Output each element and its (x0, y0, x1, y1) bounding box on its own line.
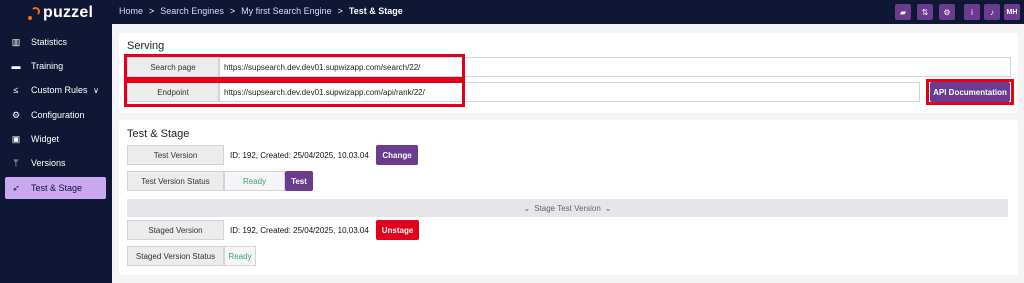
api-documentation-button[interactable]: API Documentation (930, 82, 1010, 102)
test-version-status-label: Test Version Status (127, 171, 224, 191)
branch-icon: ᛘ (13, 158, 19, 168)
double-chevron-down-icon: ⌄ (604, 203, 612, 213)
test-stage-title: Test & Stage (127, 128, 190, 140)
sidebar-item-versions[interactable]: ᛘ Versions (5, 152, 106, 174)
sidebar-item-label: Training (31, 61, 64, 71)
chevron-down-icon[interactable]: ∨ (93, 86, 99, 95)
breadcrumb-separator-icon: > (229, 6, 236, 16)
folder-icon: ▰ (899, 7, 907, 17)
sidebar-item-configuration[interactable]: ⚙ Configuration (5, 104, 106, 126)
test-stage-card: Test & Stage Test Version ID: 192, Creat… (119, 120, 1018, 275)
breadcrumb-search-engine[interactable]: My first Search Engine (241, 6, 332, 16)
sidebar-item-test-stage[interactable]: ➶ Test & Stage (5, 177, 106, 199)
test-button[interactable]: Test (285, 171, 313, 191)
info-button[interactable]: i (964, 4, 980, 20)
sidebar: puzzel ▥ Statistics ▬ Training ≤ Custom … (0, 0, 112, 283)
breadcrumb-home[interactable]: Home (119, 6, 143, 16)
sidebar-item-label: Configuration (31, 110, 85, 120)
sidebar-item-statistics[interactable]: ▥ Statistics (5, 31, 106, 53)
sidebar-item-label: Custom Rules (31, 85, 88, 95)
breadcrumb-separator-icon: > (149, 6, 155, 16)
search-page-label: Search page (127, 57, 219, 77)
brand-logo[interactable]: puzzel (28, 3, 93, 23)
double-chevron-down-icon: ⌄ (523, 203, 531, 213)
book-icon: ▬ (11, 61, 21, 71)
widget-icon: ▣ (11, 133, 21, 144)
sidebar-item-label: Versions (31, 158, 66, 168)
settings-icon: ⚙ (11, 109, 21, 120)
puzzel-logo-icon (28, 6, 40, 20)
sidebar-item-training[interactable]: ▬ Training (5, 55, 106, 77)
sidebar-item-custom-rules[interactable]: ≤ Custom Rules ∨ (5, 79, 106, 101)
breadcrumb-separator-icon: > (337, 6, 343, 16)
staged-version-status-label: Staged Version Status (127, 246, 224, 266)
serving-title: Serving (127, 40, 165, 52)
sort-icon: ⇅ (921, 7, 929, 17)
change-button[interactable]: Change (376, 145, 418, 165)
sidebar-item-label: Statistics (31, 37, 68, 47)
user-initials: MH (1006, 8, 1018, 16)
less-equal-icon: ≤ (13, 85, 19, 95)
staged-version-label: Staged Version (127, 220, 224, 240)
gear-icon: ⚙ (943, 7, 951, 17)
breadcrumb-search-engines[interactable]: Search Engines (160, 6, 224, 16)
bell-icon: ♪ (990, 7, 994, 17)
info-icon: i (971, 7, 973, 17)
sidebar-item-label: Widget (31, 134, 60, 144)
sidebar-item-label: Test & Stage (31, 183, 83, 193)
breadcrumb: Home > Search Engines > My first Search … (119, 6, 403, 16)
user-menu-button[interactable]: MH (1004, 4, 1020, 20)
stage-test-version-label: Stage Test Version (534, 203, 601, 213)
bar-chart-icon: ▥ (11, 36, 21, 47)
brand-name: puzzel (43, 4, 94, 21)
endpoint-url-field[interactable]: https://supsearch.dev.dev01.supwizapp.co… (219, 82, 920, 102)
endpoint-label: Endpoint (127, 82, 219, 102)
notifications-button[interactable]: ♪ (984, 4, 1000, 20)
top-bar: Home > Search Engines > My first Search … (112, 0, 1024, 24)
serving-card: Serving Search page https://supsearch.de… (119, 33, 1018, 113)
sort-button[interactable]: ⇅ (917, 4, 933, 20)
test-status-badge: Ready (224, 171, 285, 191)
staged-status-badge: Ready (224, 246, 256, 266)
staged-version-value: ID: 192, Created: 25/04/2025, 10.03.04 (230, 225, 369, 235)
stage-test-version-toggle[interactable]: ⌄ Stage Test Version ⌄ (127, 199, 1008, 217)
breadcrumb-current: Test & Stage (348, 6, 403, 16)
folder-button[interactable]: ▰ (895, 4, 911, 20)
unstage-button[interactable]: Unstage (376, 220, 419, 240)
settings-button[interactable]: ⚙ (939, 4, 955, 20)
sidebar-item-widget[interactable]: ▣ Widget (5, 128, 106, 150)
test-version-label: Test Version (127, 145, 224, 165)
test-version-value: ID: 192, Created: 25/04/2025, 10.03.04 (230, 150, 369, 160)
rocket-icon: ➶ (12, 182, 20, 193)
search-page-url-field[interactable]: https://supsearch.dev.dev01.supwizapp.co… (219, 57, 1011, 77)
